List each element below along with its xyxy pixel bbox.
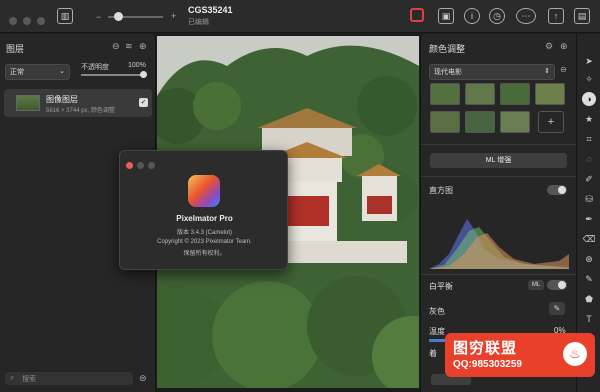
window-controls[interactable]: [9, 12, 51, 30]
temperature-label: 温度: [429, 327, 445, 336]
clone-tool-icon[interactable]: ⊛: [582, 252, 596, 266]
dialog-close-button[interactable]: [126, 162, 133, 169]
sidebar-toggle-icon[interactable]: ▥: [57, 8, 73, 24]
preset-thumbnail[interactable]: [430, 83, 460, 105]
layer-thumbnail: [16, 95, 40, 111]
opacity-slider[interactable]: [81, 74, 144, 76]
lasso-tool-icon[interactable]: ◌: [582, 152, 596, 166]
arrange-tool-icon[interactable]: ➤: [582, 54, 596, 68]
color-adjust-icon[interactable]: [410, 8, 424, 22]
dialog-minimize-button: [137, 162, 144, 169]
white-balance-toggle[interactable]: [547, 280, 567, 290]
preset-thumbnail[interactable]: [500, 83, 530, 105]
document-status: 已编辑: [188, 19, 209, 26]
share-icon[interactable]: ↑: [548, 8, 564, 24]
layers-collapse-icon[interactable]: ⊖: [112, 41, 120, 52]
add-preset-button[interactable]: +: [538, 111, 564, 133]
layers-title: 图层: [6, 44, 25, 54]
close-window-button[interactable]: [9, 17, 17, 25]
divider: [421, 176, 577, 177]
layer-row[interactable]: 图像图层 5616 × 3744 px, 颜色调整 ✓: [4, 89, 152, 117]
layers-stack-icon[interactable]: ≋: [125, 41, 133, 52]
toolbar: ▥ − + CGS35241 已编辑 ▣ i ◷ ⋯ ↑ ▤: [0, 0, 600, 33]
rights-text: 保留所有权利。: [183, 251, 226, 257]
eraser-tool-icon[interactable]: ⌫: [582, 232, 596, 246]
info-icon[interactable]: i: [464, 8, 480, 24]
zoom-window-button[interactable]: [37, 17, 45, 25]
export-photo-icon[interactable]: ▣: [438, 8, 454, 24]
zoom-slider-knob[interactable]: [114, 12, 123, 21]
chevron-updown-icon: ⇕: [544, 68, 550, 75]
inspector-toggle-icon[interactable]: ▤: [574, 8, 590, 24]
preset-thumbnail[interactable]: [465, 111, 495, 133]
chevron-down-icon: ⌄: [59, 68, 65, 75]
document-title: CGS35241: [188, 5, 233, 15]
filter-icon[interactable]: ⊜: [139, 373, 147, 384]
blend-mode-select[interactable]: 正常 ⌄: [5, 64, 70, 80]
watermark-logo-icon: ♨: [563, 342, 587, 366]
text-tool-icon[interactable]: T: [582, 312, 596, 326]
opacity-value[interactable]: 100%: [128, 62, 146, 69]
add-adjustment-icon[interactable]: ⊕: [560, 41, 568, 52]
crop-tool-icon[interactable]: ⌗: [582, 132, 596, 146]
history-icon[interactable]: ◷: [489, 8, 505, 24]
preset-select[interactable]: 现代电影 ⇕: [429, 64, 555, 80]
divider: [421, 274, 577, 275]
ml-enhance-button[interactable]: ML 增强: [430, 153, 567, 168]
layer-name: 图像图层: [46, 95, 78, 104]
zoom-in-icon[interactable]: +: [171, 11, 176, 21]
zoom-out-icon[interactable]: −: [96, 12, 101, 22]
app-version: 版本 3.4.3 (Camelot): [176, 230, 233, 236]
eyedropper-icon[interactable]: ✎: [549, 302, 565, 315]
app-name: Pixelmator Pro: [176, 214, 233, 223]
preset-thumbnail[interactable]: [500, 111, 530, 133]
style-tool-icon[interactable]: ✧: [582, 72, 596, 86]
preset-thumbnail[interactable]: [465, 83, 495, 105]
divider: [421, 144, 577, 145]
watermark-qq: QQ:985303259: [453, 359, 522, 370]
histogram-label: 直方图: [429, 186, 453, 195]
pixelmator-app-icon: [188, 175, 220, 207]
dialog-window-controls[interactable]: [126, 156, 159, 174]
shape-tool-icon[interactable]: ⬟: [582, 292, 596, 306]
histogram-graph: [429, 209, 569, 269]
dialog-zoom-button: [148, 162, 155, 169]
effects-tool-icon[interactable]: ★: [582, 112, 596, 126]
preset-thumbnail[interactable]: [430, 111, 460, 133]
opacity-slider-knob[interactable]: [140, 71, 147, 78]
opacity-label: 不透明度: [81, 64, 109, 71]
white-balance-label: 白平衡: [429, 282, 453, 291]
adjust-title: 颜色调整: [429, 44, 466, 54]
gray-label: 灰色: [429, 307, 445, 316]
histogram-toggle[interactable]: [547, 185, 567, 195]
preset-thumbnail[interactable]: [535, 83, 565, 105]
add-layer-icon[interactable]: ⊕: [139, 41, 147, 52]
layers-search-field[interactable]: ⌕ 搜索: [5, 372, 133, 385]
pen-tool-icon[interactable]: ✒: [582, 212, 596, 226]
layer-visible-checkbox[interactable]: ✓: [139, 98, 148, 107]
watermark-title: 图穷联盟: [453, 340, 518, 357]
ml-badge[interactable]: ML: [528, 280, 544, 290]
copyright-text: Copyright © 2023 Pixelmator Team.: [157, 239, 252, 245]
brush-tool-icon[interactable]: ✐: [582, 172, 596, 186]
adjust-settings-icon[interactable]: ⚙: [545, 41, 553, 52]
minimize-window-button[interactable]: [23, 17, 31, 25]
search-icon: ⌕: [10, 373, 15, 382]
smudge-tool-icon[interactable]: ✎: [582, 272, 596, 286]
preset-remove-icon[interactable]: ⊖: [560, 65, 567, 74]
paint-bucket-icon[interactable]: ⛁: [582, 192, 596, 206]
watermark-badge: 图穷联盟 QQ:985303259 ♨: [445, 333, 595, 377]
preset-value: 现代电影: [434, 69, 462, 76]
about-dialog: Pixelmator Pro 版本 3.4.3 (Camelot) Copyri…: [119, 150, 288, 270]
search-placeholder: 搜索: [22, 376, 36, 383]
more-options-icon[interactable]: ⋯: [516, 8, 536, 24]
color-adjust-tool-icon[interactable]: ◑: [582, 92, 596, 106]
tint-label: 着: [429, 349, 437, 358]
blend-mode-value: 正常: [10, 69, 24, 76]
layer-info: 5616 × 3744 px, 颜色调整: [46, 108, 115, 114]
